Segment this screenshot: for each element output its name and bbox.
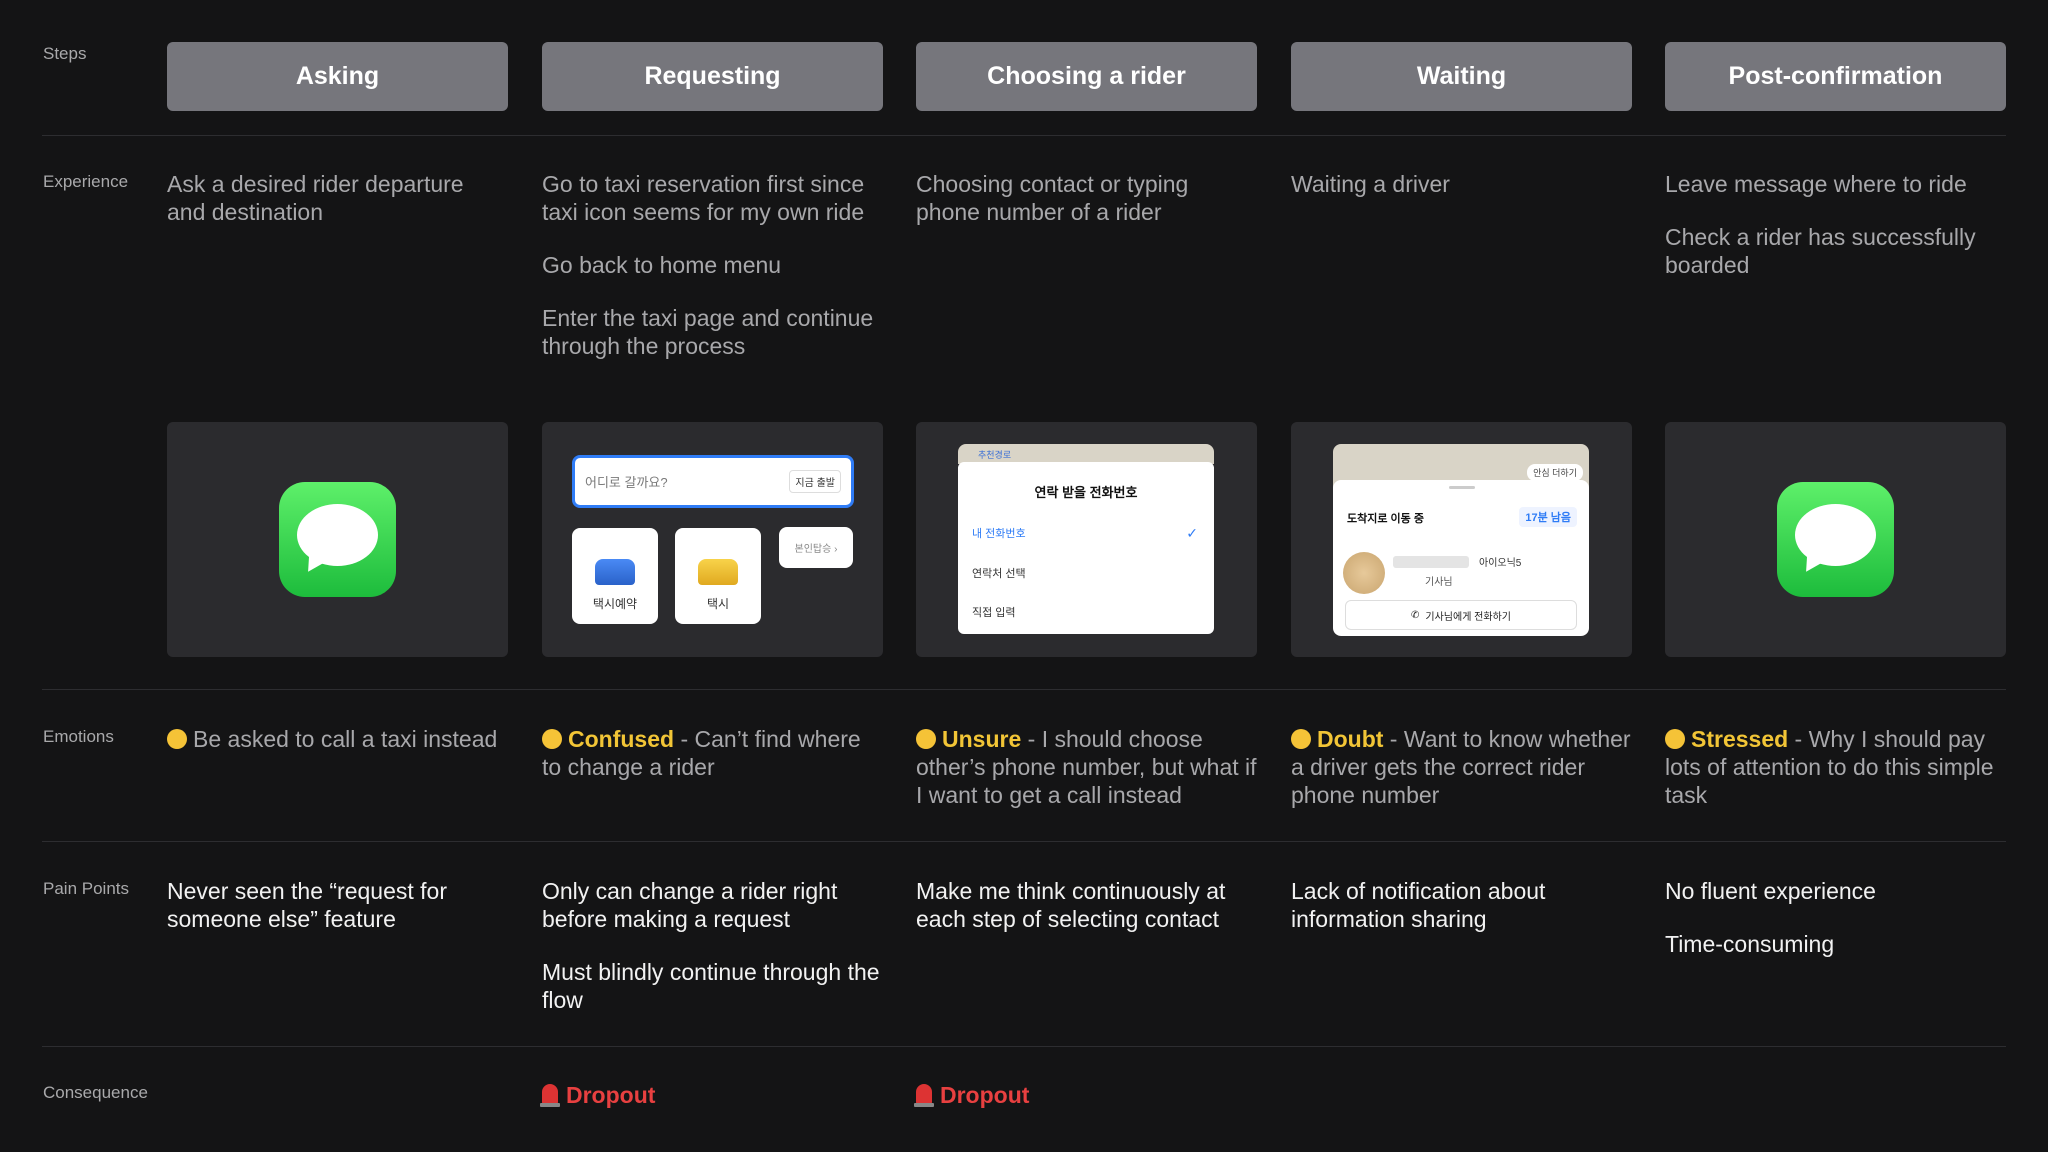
thinking-face-icon <box>1291 729 1311 749</box>
pain-points-post-confirmation: No fluent experience Time-consuming <box>1665 877 2006 983</box>
tile-label: 택시예약 <box>592 597 638 611</box>
experience-waiting: Waiting a driver <box>1291 170 1632 223</box>
step-header-requesting: Requesting <box>542 42 883 111</box>
confused-face-icon <box>542 729 562 749</box>
route-map: 추천경로 <box>958 444 1214 464</box>
call-driver-label: 기사님에게 전화하기 <box>1425 611 1511 623</box>
consequence-requesting: Dropout <box>540 1082 883 1109</box>
pain-point: Never seen the “request for someone else… <box>167 878 447 932</box>
siren-icon <box>914 1084 934 1107</box>
pain-point: No fluent experience <box>1665 878 1876 904</box>
screenshot-asking <box>167 422 508 657</box>
neutral-face-icon <box>167 729 187 749</box>
exploding-head-icon <box>1665 729 1685 749</box>
pain-points-requesting: Only can change a rider right before mak… <box>542 877 883 1039</box>
screenshot-requesting: 어디로 갈까요? 지금 출발 택시예약 택시 본인탑승 › <box>542 422 883 657</box>
divider <box>42 1046 2006 1047</box>
check-icon: ✓ <box>1186 525 1198 541</box>
emotion-waiting: Doubt - Want to know whether a driver ge… <box>1291 725 1632 809</box>
sheet-handle <box>1449 486 1475 489</box>
siren-icon <box>540 1084 560 1107</box>
call-driver-button: ✆ 기사님에게 전화하기 <box>1345 600 1577 630</box>
divider <box>42 689 2006 690</box>
step-header-post-confirmation: Post-confirmation <box>1665 42 2006 111</box>
ride-status: 도착지로 이동 중 <box>1347 513 1424 525</box>
depart-now-button: 지금 출발 <box>789 470 841 493</box>
emotion-word: Stressed <box>1691 726 1789 752</box>
pain-points-choosing-rider: Make me think continuously at each step … <box>916 877 1257 958</box>
option-direct-input: 직접 입력 <box>972 607 1016 619</box>
screenshot-choosing-rider: 추천경로 연락 받을 전화번호 내 전화번호 ✓ 연락처 선택 직접 입력 <box>916 422 1257 657</box>
pain-point: Only can change a rider right before mak… <box>542 878 838 932</box>
car-model: 아이오닉5 <box>1479 558 1522 569</box>
emotion-asking: Be asked to call a taxi instead <box>167 725 508 753</box>
self-ride-chip: 본인탑승 › <box>779 527 853 568</box>
experience-item: Check a rider has successfully boarded <box>1665 224 1976 278</box>
messages-app-icon <box>1777 482 1894 597</box>
safe-ride-chip: 안심 더하기 <box>1527 464 1583 481</box>
screenshot-post-confirmation <box>1665 422 2006 657</box>
pain-point: Lack of notification about information s… <box>1291 878 1546 932</box>
emotion-text: Be asked to call a taxi instead <box>193 726 498 752</box>
step-header-waiting: Waiting <box>1291 42 1632 111</box>
pain-points-asking: Never seen the “request for someone else… <box>167 877 508 958</box>
emotion-word: Doubt <box>1317 726 1384 752</box>
search-placeholder: 어디로 갈까요? <box>585 475 668 490</box>
divider <box>42 135 2006 136</box>
thinking-face-icon <box>916 729 936 749</box>
pain-points-waiting: Lack of notification about information s… <box>1291 877 1632 958</box>
experience-item: Waiting a driver <box>1291 171 1450 197</box>
emotion-word: Confused <box>568 726 675 752</box>
time-left-badge: 17분 남음 <box>1519 507 1577 527</box>
taxi-tile: 택시 <box>675 528 761 624</box>
driver-status-sheet: 도착지로 이동 중 17분 남음 아이오닉5 기사님 ✆ 기사님에게 전화하기 <box>1333 480 1589 636</box>
divider <box>42 841 2006 842</box>
destination-search-box: 어디로 갈까요? 지금 출발 <box>572 455 854 508</box>
emotion-requesting: Confused - Can’t find where to change a … <box>542 725 883 781</box>
tile-label: 택시 <box>706 597 730 611</box>
emotion-choosing-rider: Unsure - I should choose other’s phone n… <box>916 725 1257 809</box>
consequence-text: Dropout <box>566 1082 656 1108</box>
sheet-title: 연락 받을 전화번호 <box>1034 485 1138 500</box>
row-label-consequence: Consequence <box>43 1083 148 1102</box>
taxi-reservation-tile: 택시예약 <box>572 528 658 624</box>
option-my-phone: 내 전화번호 <box>972 528 1026 540</box>
experience-choosing-rider: Choosing contact or typing phone number … <box>916 170 1257 251</box>
experience-item: Go to taxi reservation first since taxi … <box>542 171 865 225</box>
phone-icon: ✆ <box>1411 609 1420 621</box>
experience-asking: Ask a desired rider departure and destin… <box>167 170 508 251</box>
messages-app-icon <box>279 482 396 597</box>
emotion-word: Unsure <box>942 726 1022 752</box>
consequence-choosing-rider: Dropout <box>914 1082 1257 1109</box>
emotion-post-confirmation: Stressed - Why I should pay lots of atte… <box>1665 725 2006 809</box>
experience-item: Enter the taxi page and continue through… <box>542 305 874 359</box>
taxi-reservation-icon <box>595 559 635 585</box>
pain-point: Must blindly continue through the flow <box>542 959 880 1013</box>
row-label-experience: Experience <box>43 172 129 191</box>
experience-item: Go back to home menu <box>542 252 782 278</box>
blurred-plate <box>1393 556 1469 568</box>
experience-requesting: Go to taxi reservation first since taxi … <box>542 170 883 385</box>
driver-label: 기사님 <box>1425 577 1453 588</box>
experience-post-confirmation: Leave message where to ride Check a ride… <box>1665 170 2006 304</box>
row-label-steps: Steps <box>43 44 87 63</box>
experience-item: Leave message where to ride <box>1665 171 1967 197</box>
row-label-emotions: Emotions <box>43 727 114 746</box>
step-header-asking: Asking <box>167 42 508 111</box>
experience-item: Choosing contact or typing phone number … <box>916 171 1189 225</box>
pain-point: Make me think continuously at each step … <box>916 878 1226 932</box>
taxi-icon <box>698 559 738 585</box>
step-header-choosing-rider: Choosing a rider <box>916 42 1257 111</box>
pain-point: Time-consuming <box>1665 931 1835 957</box>
option-select-contact: 연락처 선택 <box>972 568 1026 580</box>
driver-avatar <box>1343 552 1385 594</box>
consequence-text: Dropout <box>940 1082 1030 1108</box>
experience-item: Ask a desired rider departure and destin… <box>167 171 464 225</box>
screenshot-waiting: 안심 더하기 도착지로 이동 중 17분 남음 아이오닉5 기사님 ✆ 기사님에… <box>1291 422 1632 657</box>
phone-number-sheet: 연락 받을 전화번호 내 전화번호 ✓ 연락처 선택 직접 입력 <box>958 462 1214 634</box>
row-label-pain-points: Pain Points <box>43 879 129 898</box>
